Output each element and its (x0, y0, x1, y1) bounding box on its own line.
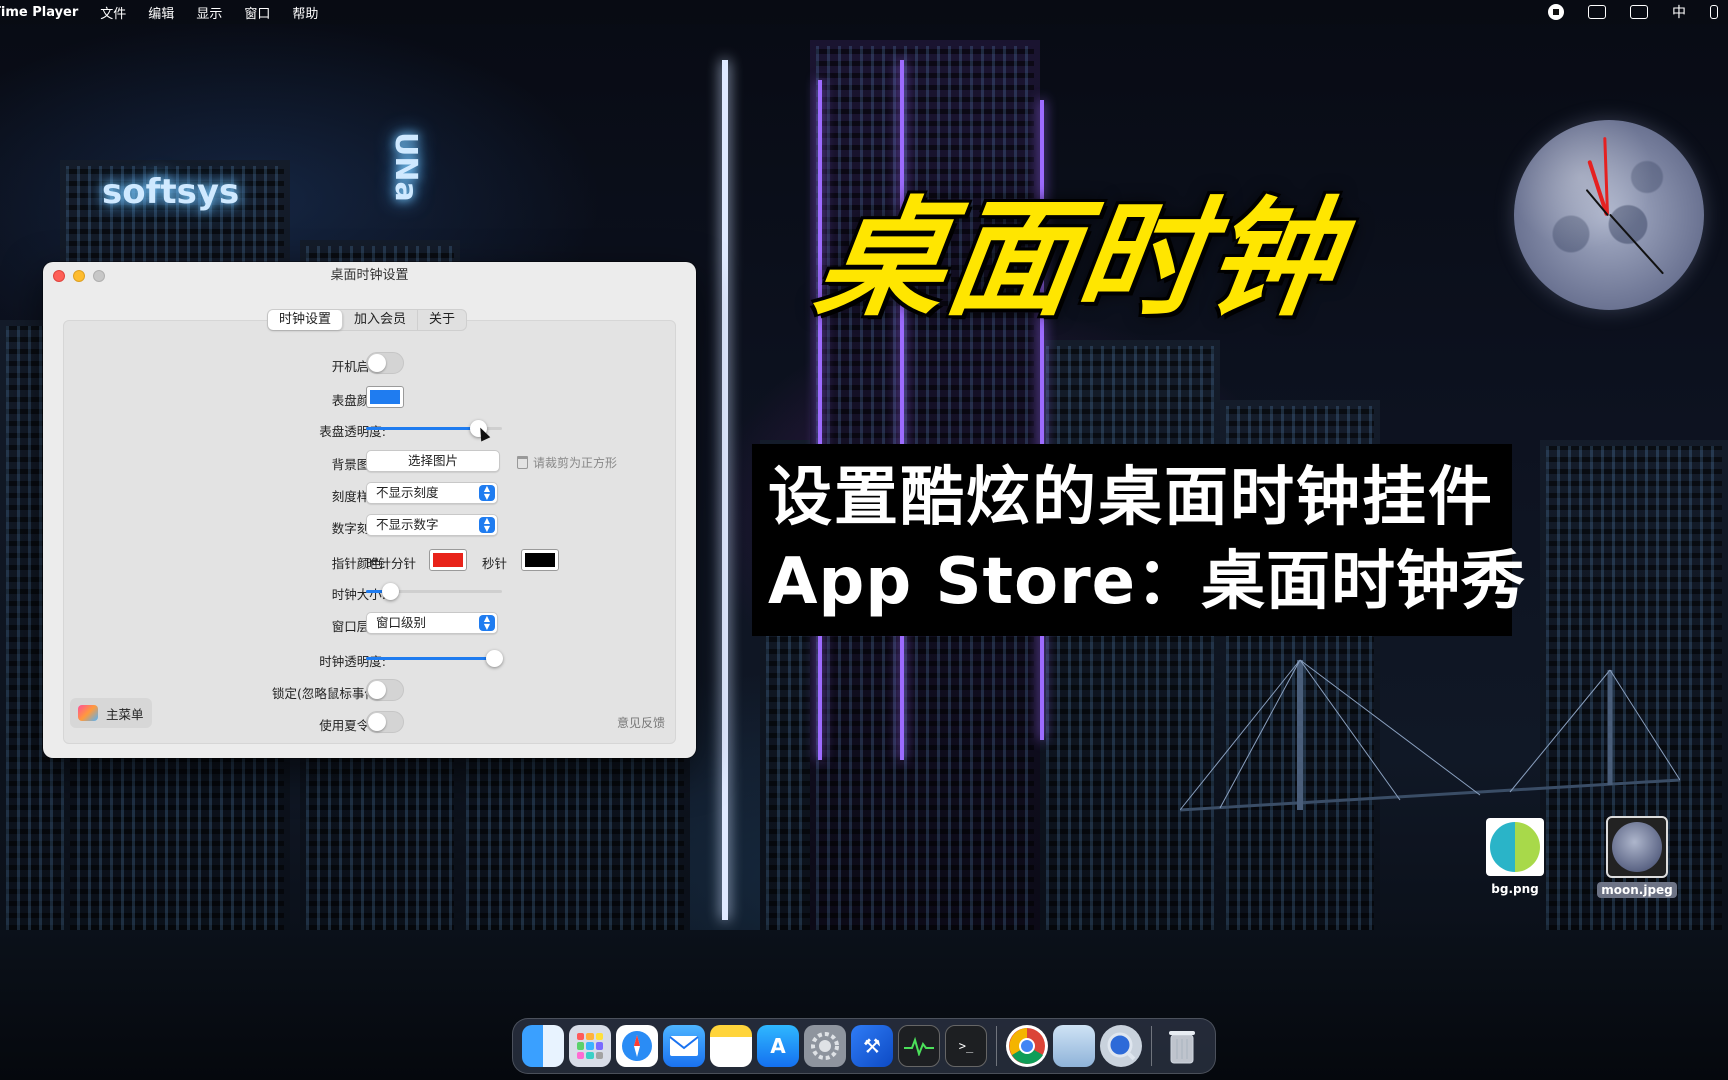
app-store-icon[interactable]: A (757, 1025, 799, 1067)
app-logo-icon (78, 705, 98, 721)
hour-minute-color-well[interactable] (429, 549, 467, 571)
settings-window: 桌面时钟设置 时钟设置 加入会员 关于 开机启动: 表盘颜色: 表盘透明度: 背… (43, 262, 696, 758)
launchpad-icon[interactable] (569, 1025, 611, 1067)
system-settings-icon[interactable] (804, 1025, 846, 1067)
xcode-icon[interactable]: ⚒ (851, 1025, 893, 1067)
menu-edit[interactable]: 编辑 (148, 3, 174, 22)
screen-mirroring-icon[interactable] (1588, 5, 1606, 19)
finder-icon[interactable] (522, 1025, 564, 1067)
trash-icon[interactable] (517, 456, 528, 469)
desktop-clock-widget[interactable] (1514, 120, 1704, 310)
number-ticks-popup[interactable]: 不显示数字 ▲ ▼ (366, 514, 498, 536)
menu-app-name[interactable]: Time Player (0, 5, 78, 20)
chevron-up-down-icon: ▲ ▼ (479, 517, 495, 533)
file-label: moon.jpeg (1597, 882, 1677, 898)
mail-icon[interactable] (663, 1025, 705, 1067)
main-menu-button[interactable]: 主菜单 (70, 698, 152, 728)
second-hand (1609, 213, 1665, 275)
caption-line-2: App Store：桌面时钟秀 (768, 545, 1527, 619)
dial-color-well[interactable] (366, 386, 404, 408)
feedback-link[interactable]: 意见反馈 (617, 714, 665, 731)
image-thumbnail-icon (1486, 818, 1544, 876)
tab-bar: 时钟设置 加入会员 关于 (267, 309, 468, 331)
menu-help[interactable]: 帮助 (292, 3, 318, 22)
display-icon[interactable] (1630, 5, 1648, 19)
row-dial-opacity: 表盘透明度: (43, 417, 696, 441)
clock-opacity-slider[interactable] (366, 647, 503, 669)
desktop-file-bg-png[interactable]: bg.png (1470, 818, 1560, 896)
desktop-file-moon-jpeg[interactable]: moon.jpeg (1592, 816, 1682, 898)
second-color-well[interactable] (521, 549, 559, 571)
crop-hint: 请裁剪为正方形 (517, 454, 617, 471)
lock-toggle[interactable] (366, 679, 404, 701)
caption-box: 设置酷炫的桌面时钟挂件 App Store：桌面时钟秀 (752, 444, 1527, 636)
chevron-up-down-icon: ▲ ▼ (479, 485, 495, 501)
row-bg-image: 背景图片: 选择图片 请裁剪为正方形 (43, 450, 696, 474)
window-level-popup[interactable]: 窗口级别 ▲ ▼ (366, 612, 498, 634)
quicktime-icon[interactable] (1100, 1025, 1142, 1067)
screen-record-icon[interactable] (1548, 4, 1564, 20)
caption-line-1: 设置酷炫的桌面时钟挂件 (768, 461, 1494, 535)
menu-file[interactable]: 文件 (100, 3, 126, 22)
chrome-icon[interactable] (1006, 1025, 1048, 1067)
row-hand-color: 指针颜色: 时针分针 秒针 (43, 549, 696, 573)
image-thumbnail-icon (1606, 816, 1668, 878)
menu-window[interactable]: 窗口 (244, 3, 270, 22)
dst-toggle[interactable] (366, 711, 404, 733)
overlay-title: 桌面时钟 (807, 185, 1349, 334)
zoom-button[interactable] (93, 270, 105, 282)
row-number-ticks: 数字刻度: 不显示数字 ▲ ▼ (43, 514, 696, 538)
tab-clock-settings[interactable]: 时钟设置 (268, 310, 344, 330)
row-window-level: 窗口层级: 窗口级别 ▲ ▼ (43, 612, 696, 636)
notes-icon[interactable] (710, 1025, 752, 1067)
row-clock-size: 时钟大小: (43, 580, 696, 604)
row-tick-style: 刻度样式: 不显示刻度 ▲ ▼ (43, 482, 696, 506)
tab-about[interactable]: 关于 (418, 310, 466, 330)
menu-view[interactable]: 显示 (196, 3, 222, 22)
file-label: bg.png (1491, 882, 1539, 896)
number-ticks-value: 不显示数字 (376, 517, 439, 532)
choose-image-button[interactable]: 选择图片 (366, 450, 500, 472)
slider-knob[interactable] (485, 650, 503, 667)
tick-style-value: 不显示刻度 (376, 485, 439, 500)
dock-separator (1151, 1026, 1152, 1066)
tab-membership[interactable]: 加入会员 (343, 310, 419, 330)
row-autostart: 开机启动: (43, 352, 696, 376)
trash-icon[interactable] (1161, 1025, 1203, 1067)
menu-bar: Time Player 文件 编辑 显示 窗口 帮助 中 (0, 0, 1728, 24)
row-clock-opacity: 时钟透明度: (43, 647, 696, 671)
close-button[interactable] (53, 270, 65, 282)
minimize-button[interactable] (73, 270, 85, 282)
autostart-toggle[interactable] (366, 352, 404, 374)
dock: A ⚒ >_ (512, 1018, 1216, 1074)
control-center-icon[interactable] (1710, 5, 1718, 19)
clock-size-slider[interactable] (366, 580, 502, 602)
tick-style-popup[interactable]: 不显示刻度 ▲ ▼ (366, 482, 498, 504)
window-title: 桌面时钟设置 (330, 268, 409, 283)
preview-icon[interactable] (1053, 1025, 1095, 1067)
safari-icon[interactable] (616, 1025, 658, 1067)
main-menu-label: 主菜单 (106, 706, 144, 722)
window-level-value: 窗口级别 (376, 615, 427, 630)
input-method-indicator[interactable]: 中 (1672, 2, 1686, 22)
hour-minute-hand-label: 时针分针 (366, 556, 417, 571)
window-titlebar[interactable]: 桌面时钟设置 (43, 262, 696, 290)
second-hand-label: 秒针 (482, 556, 508, 571)
activity-monitor-icon[interactable] (898, 1025, 940, 1067)
dock-separator (996, 1026, 997, 1066)
chevron-up-down-icon: ▲ ▼ (479, 615, 495, 631)
row-dial-color: 表盘颜色: (43, 386, 696, 410)
slider-knob[interactable] (382, 583, 400, 600)
terminal-icon[interactable]: >_ (945, 1025, 987, 1067)
